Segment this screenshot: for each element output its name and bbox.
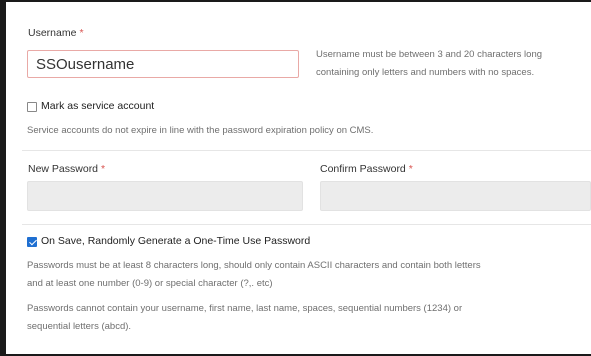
window-frame-top — [0, 0, 591, 2]
service-account-help: Service accounts do not expire in line w… — [27, 125, 374, 136]
username-input[interactable]: SSOusername — [27, 50, 299, 78]
password-rules-line3: Passwords cannot contain your username, … — [27, 303, 463, 314]
username-label: Username * — [28, 27, 84, 39]
username-label-text: Username — [28, 27, 77, 39]
password-restrictions: Passwords cannot contain your username, … — [27, 300, 462, 336]
username-input-value: SSOusername — [36, 55, 135, 73]
new-password-label-text: New Password — [28, 163, 99, 175]
username-help-line2: containing only letters and numbers with… — [316, 67, 535, 78]
required-mark: * — [408, 163, 413, 175]
service-account-checkbox[interactable] — [27, 102, 37, 112]
divider — [22, 224, 591, 225]
new-password-input[interactable] — [27, 181, 303, 211]
username-help-line1: Username must be between 3 and 20 charac… — [316, 49, 543, 60]
username-help: Username must be between 3 and 20 charac… — [316, 46, 542, 82]
required-mark: * — [79, 27, 84, 39]
one-time-password-label[interactable]: On Save, Randomly Generate a One-Time Us… — [41, 235, 310, 247]
confirm-password-label: Confirm Password * — [320, 163, 413, 175]
required-mark: * — [101, 163, 106, 175]
confirm-password-label-text: Confirm Password — [320, 163, 406, 175]
one-time-password-checkbox[interactable] — [27, 237, 37, 247]
window-frame-left — [0, 0, 6, 356]
password-rules-line4: sequential letters (abcd). — [27, 321, 132, 332]
password-rules: Passwords must be at least 8 characters … — [27, 257, 481, 293]
password-rules-line2: and at least one number (0-9) or special… — [27, 278, 273, 289]
new-password-label: New Password * — [28, 163, 105, 175]
confirm-password-input[interactable] — [320, 181, 591, 211]
service-account-label[interactable]: Mark as service account — [41, 100, 154, 112]
divider — [22, 150, 591, 151]
password-rules-line1: Passwords must be at least 8 characters … — [27, 260, 481, 271]
